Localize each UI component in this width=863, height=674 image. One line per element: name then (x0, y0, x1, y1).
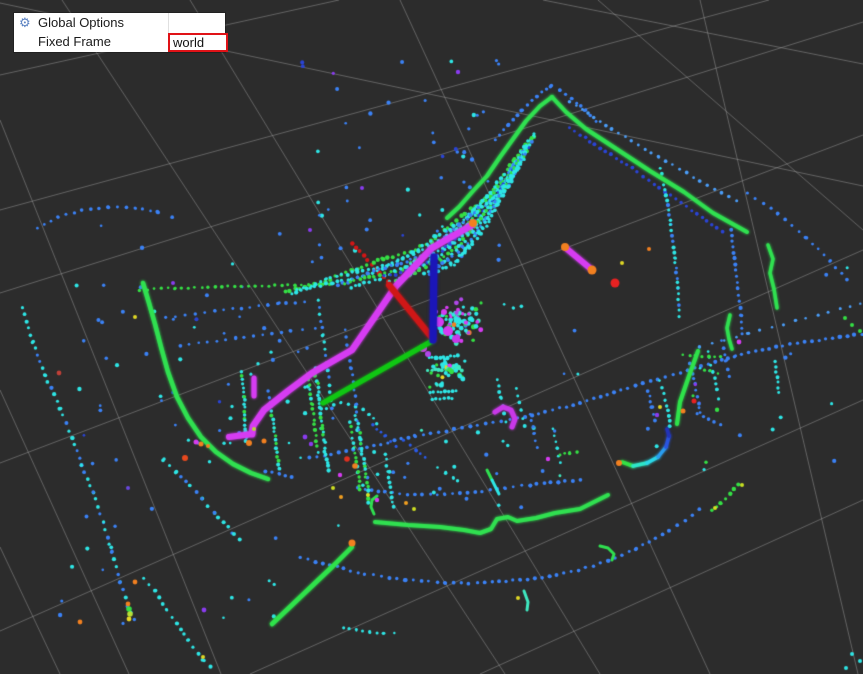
rviz-window: ⚙ Global Options Fixed Frame world (0, 0, 863, 674)
gear-icon: ⚙ (19, 15, 31, 30)
3d-viewport[interactable] (0, 0, 863, 674)
fixed-frame-label: Fixed Frame (38, 34, 111, 49)
displays-panel: ⚙ Global Options Fixed Frame world (14, 13, 228, 52)
global-options-label: Global Options (38, 15, 124, 30)
fixed-frame-value[interactable]: world (168, 33, 228, 52)
fixed-frame-row[interactable]: Fixed Frame world (14, 32, 228, 52)
global-options-row[interactable]: ⚙ Global Options (14, 13, 225, 32)
